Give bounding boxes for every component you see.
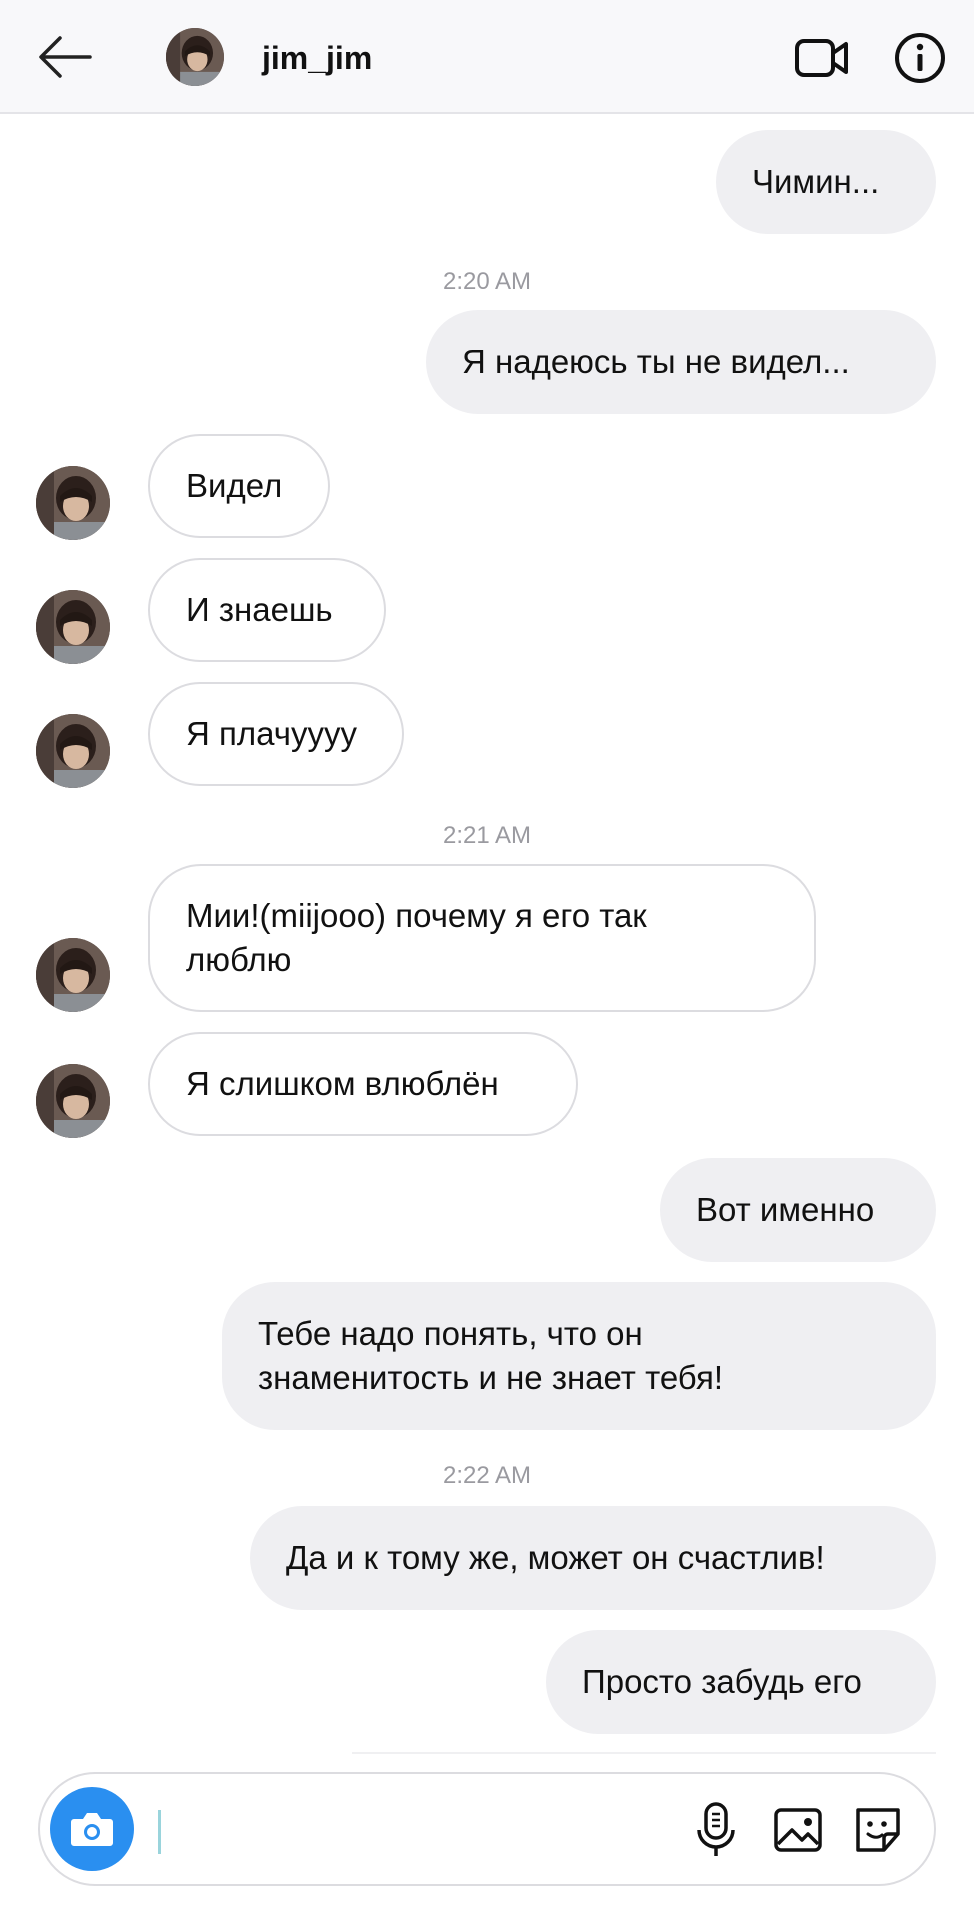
message-bubble[interactable]: Просто забудь его <box>546 1630 936 1734</box>
message-text: Просто забудь его <box>582 1663 862 1700</box>
timestamp: 2:20 AM <box>442 268 532 295</box>
message-bubble[interactable]: И знаешь <box>148 558 386 662</box>
avatar[interactable] <box>36 466 110 540</box>
avatar[interactable] <box>36 1064 110 1138</box>
message-text-line: Тебе надо понять, что он <box>258 1315 643 1352</box>
video-camera-icon <box>795 39 848 77</box>
message-text: Я надеюсь ты не видел... <box>462 343 850 380</box>
timestamp: 2:21 AM <box>442 822 532 849</box>
sticker-button[interactable] <box>850 1800 906 1860</box>
message-text: Я слишком влюблён <box>186 1065 499 1102</box>
message-text: Вот именно <box>696 1191 875 1228</box>
info-icon <box>895 33 945 83</box>
camera-icon <box>71 1813 113 1846</box>
timestamp: 2:22 AM <box>442 1462 532 1489</box>
message-composer <box>38 1772 936 1886</box>
video-call-button[interactable] <box>794 36 850 80</box>
message-bubble[interactable]: Чимин... <box>716 130 936 234</box>
chat-header: jim_jim <box>0 0 974 114</box>
camera-button[interactable] <box>50 1787 134 1871</box>
message-text: Я плачуууу <box>186 715 357 752</box>
microphone-icon <box>697 1802 735 1856</box>
gallery-icon <box>774 1808 822 1852</box>
divider <box>352 1752 936 1754</box>
message-text: И знаешь <box>186 591 333 628</box>
back-button[interactable] <box>36 34 92 80</box>
avatar[interactable] <box>36 590 110 664</box>
message-bubble[interactable]: Мии!(miijooo) почему я его так люблю <box>148 864 816 1012</box>
message-bubble[interactable]: Вот именно <box>660 1158 936 1262</box>
voice-button[interactable] <box>688 1800 744 1860</box>
message-bubble[interactable]: Я надеюсь ты не видел... <box>426 310 936 414</box>
message-text-line: знаменитость и не знает тебя! <box>258 1359 724 1396</box>
message-bubble[interactable]: Тебе надо понять, что он знаменитость и … <box>222 1282 936 1430</box>
message-text-line: Мии!(miijooo) почему я его так <box>186 897 647 934</box>
message-bubble[interactable]: Видел <box>148 434 330 538</box>
avatar[interactable] <box>36 938 110 1012</box>
avatar[interactable] <box>36 714 110 788</box>
message-bubble[interactable]: Я слишком влюблён <box>148 1032 578 1136</box>
gallery-button[interactable] <box>770 1800 826 1860</box>
message-text-line: люблю <box>186 941 292 978</box>
message-text: Видел <box>186 467 283 504</box>
arrow-left-icon <box>39 36 92 78</box>
message-bubble[interactable]: Да и к тому же, может он счастлив! <box>250 1506 936 1610</box>
sticker-icon <box>856 1808 900 1852</box>
username[interactable]: jim_jim <box>262 40 372 77</box>
info-button[interactable] <box>894 32 946 84</box>
message-text: Да и к тому же, может он счастлив! <box>286 1539 825 1576</box>
text-cursor <box>158 1810 161 1854</box>
avatar[interactable] <box>166 28 224 86</box>
message-bubble[interactable]: Я плачуууу <box>148 682 404 786</box>
message-text: Чимин... <box>752 163 880 200</box>
message-input[interactable] <box>168 1800 672 1862</box>
